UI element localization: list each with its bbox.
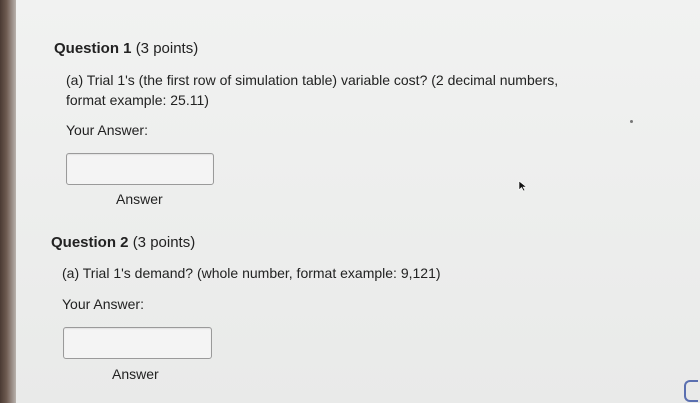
question-2-your-answer-label: Your Answer: xyxy=(62,296,144,312)
question-2-title: Question 2 (3 points) xyxy=(51,234,195,251)
question-2-points: (3 points) xyxy=(132,234,196,251)
question-1-text-line2: format example: 25.11) xyxy=(66,92,209,108)
question-1-text-line1: (a) Trial 1's (the first row of simulati… xyxy=(66,72,559,88)
question-2-number: Question 2 xyxy=(51,234,129,251)
mouse-cursor-icon xyxy=(518,180,528,192)
question-1-title: Question 1 (3 points) xyxy=(54,40,198,57)
question-1-answer-input[interactable] xyxy=(66,153,214,185)
question-1-points: (3 points) xyxy=(135,40,199,57)
question-2-answer-button[interactable]: Answer xyxy=(112,366,159,382)
question-1-number: Question 1 xyxy=(54,40,132,57)
screen-speck xyxy=(630,120,633,123)
question-2-text: (a) Trial 1's demand? (whole number, for… xyxy=(62,263,441,283)
corner-badge-icon xyxy=(684,380,698,402)
question-1-your-answer-label: Your Answer: xyxy=(66,122,148,138)
question-2-text-line1: (a) Trial 1's demand? (whole number, for… xyxy=(62,265,441,281)
question-1-answer-button[interactable]: Answer xyxy=(116,191,163,207)
question-1-text: (a) Trial 1's (the first row of simulati… xyxy=(66,70,558,110)
question-2-answer-input[interactable] xyxy=(63,327,212,359)
monitor-bezel xyxy=(0,0,16,403)
